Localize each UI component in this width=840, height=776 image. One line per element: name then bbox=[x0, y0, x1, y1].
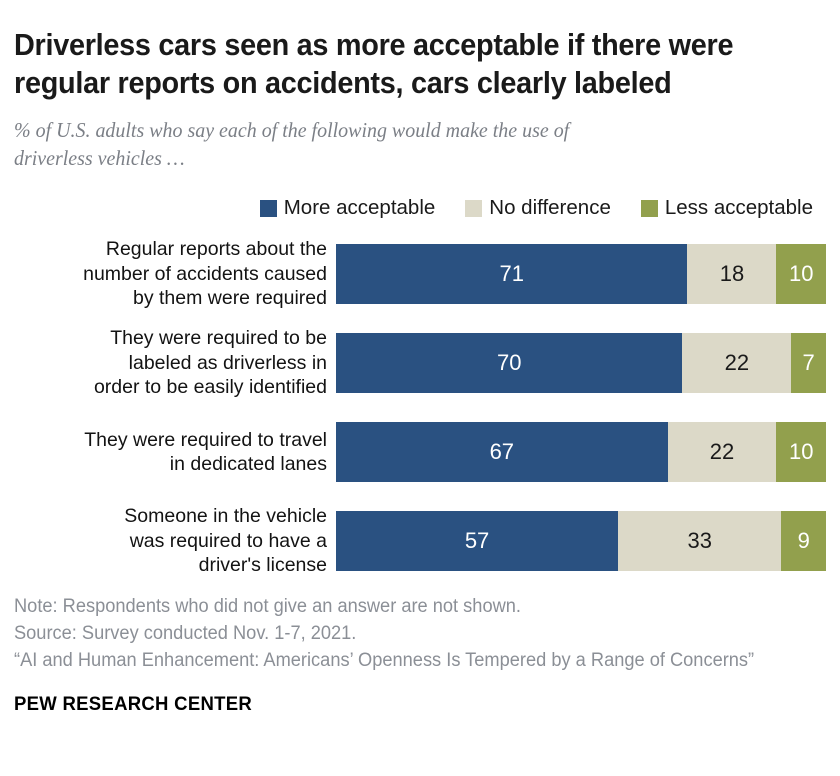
page-title: Driverless cars seen as more acceptable … bbox=[14, 27, 734, 100]
legend-item-no-difference: No difference bbox=[465, 196, 611, 219]
footer-report-title: “AI and Human Enhancement: Americans’ Op… bbox=[14, 650, 755, 671]
legend-swatch-icon-no-difference bbox=[465, 199, 483, 217]
chart-legend: More acceptable No difference Less accep… bbox=[14, 196, 826, 219]
legend-label-less-acceptable: Less acceptable bbox=[664, 196, 813, 219]
chart-row: They were required to travel in dedicate… bbox=[14, 414, 826, 490]
chart-page: Driverless cars seen as more acceptable … bbox=[0, 0, 840, 776]
legend-item-less-acceptable: Less acceptable bbox=[640, 196, 813, 219]
legend-label-no-difference: No difference bbox=[489, 196, 611, 219]
chart-bar-track: 70 22 7 bbox=[336, 333, 826, 393]
chart-bar-segment-more: 70 bbox=[336, 333, 683, 393]
chart-subtitle: % of U.S. adults who say each of the fol… bbox=[14, 118, 570, 170]
chart-footer: Note: Respondents who did not give an an… bbox=[14, 593, 826, 716]
chart-bar-segment-no: 22 bbox=[682, 333, 792, 393]
chart-bar-segment-more: 67 bbox=[336, 422, 668, 482]
footer-source: Source: Survey conducted Nov. 1-7, 2021. bbox=[14, 623, 357, 644]
chart-row: They were required to be labeled as driv… bbox=[14, 325, 826, 401]
legend-swatch-icon-less-acceptable bbox=[640, 199, 658, 217]
chart-bar-segment-no: 18 bbox=[687, 244, 777, 304]
chart-bar-segment-less: 10 bbox=[776, 422, 826, 482]
chart-row: Someone in the vehicle was required to h… bbox=[14, 503, 826, 579]
chart-bar-segment-more: 57 bbox=[336, 511, 619, 571]
chart-row-label: They were required to travel in dedicate… bbox=[84, 428, 327, 476]
chart-bar-segment-less: 9 bbox=[781, 511, 826, 571]
chart-row-label: They were required to be labeled as driv… bbox=[93, 327, 327, 399]
chart-bar-segment-less: 10 bbox=[776, 244, 826, 304]
footer-note: Note: Respondents who did not give an an… bbox=[14, 596, 521, 617]
chart-row-label: Someone in the vehicle was required to h… bbox=[124, 505, 327, 577]
chart-bar-track: 71 18 10 bbox=[336, 244, 826, 304]
stacked-bar-chart: Regular reports about the number of acci… bbox=[14, 236, 826, 579]
chart-bar-segment-no: 22 bbox=[667, 422, 777, 482]
chart-bar-segment-more: 71 bbox=[336, 244, 688, 304]
chart-row: Regular reports about the number of acci… bbox=[14, 236, 826, 312]
chart-bar-track: 57 33 9 bbox=[336, 511, 826, 571]
legend-swatch-icon-more-acceptable bbox=[259, 199, 277, 217]
pew-research-center-brand: PEW RESEARCH CENTER bbox=[14, 693, 253, 715]
legend-label-more-acceptable: More acceptable bbox=[283, 196, 436, 219]
legend-item-more-acceptable: More acceptable bbox=[259, 196, 436, 219]
chart-bar-segment-less: 7 bbox=[791, 333, 826, 393]
chart-row-label: Regular reports about the number of acci… bbox=[83, 238, 327, 310]
chart-bar-track: 67 22 10 bbox=[336, 422, 826, 482]
chart-bar-segment-no: 33 bbox=[618, 511, 782, 571]
